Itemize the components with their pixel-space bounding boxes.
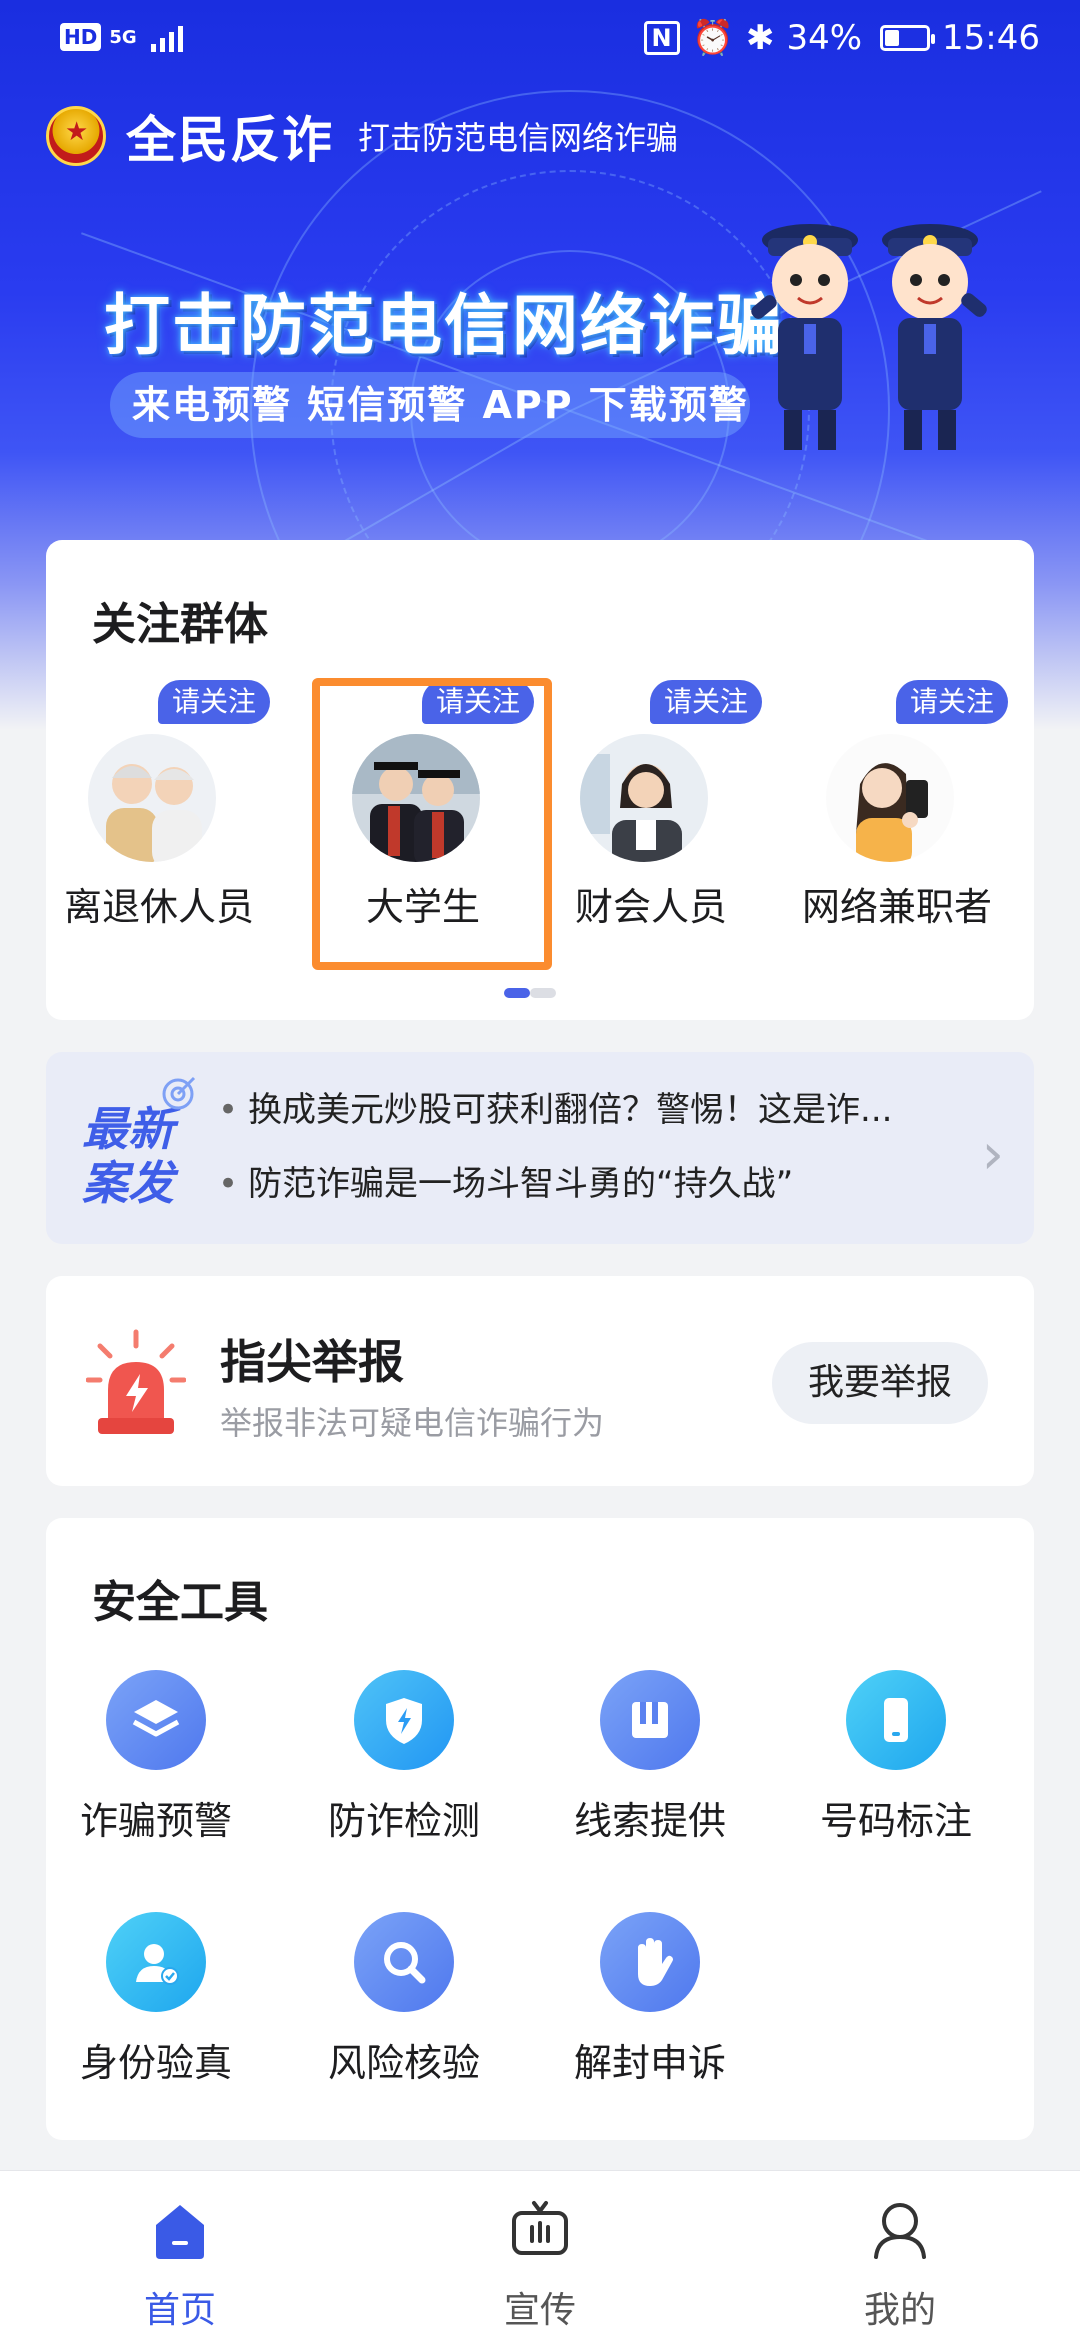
safety-tools-card: 安全工具 诈骗预警 防诈检测 线索提供 号码标注 身份验真 风险核验 解封申诉	[46, 1518, 1034, 2140]
tool-number-tag[interactable]: 号码标注	[786, 1670, 1006, 1843]
signal-icon	[150, 22, 183, 52]
app-header: 全民反诈 打击防范电信网络诈骗	[46, 100, 678, 172]
section-title: 关注群体	[92, 599, 268, 650]
shield-bolt-icon	[354, 1670, 454, 1770]
group-label: 离退休人员	[63, 885, 254, 929]
badge-line: 案发	[82, 1156, 174, 1210]
banner-subline: 来电预警 短信预警 APP 下载预警	[110, 372, 750, 438]
police-emblem-icon	[46, 106, 106, 166]
group-item-online-workers[interactable]: 请关注 网络兼职者	[784, 680, 1010, 929]
latest-cases-card[interactable]: 最新 案发 换成美元炒股可获利翻倍？警惕！这是诈... 防范诈骗是一场斗智斗勇的…	[46, 1052, 1034, 1244]
section-title: 安全工具	[92, 1577, 268, 1628]
banner-headline: 打击防范电信网络诈骗	[104, 287, 784, 364]
layers-icon	[106, 1670, 206, 1770]
news-item[interactable]: 换成美元炒股可获利翻倍？警惕！这是诈...	[218, 1082, 892, 1131]
nfc-icon: N	[643, 21, 680, 55]
news-item[interactable]: 防范诈骗是一场斗智斗勇的“持久战”	[218, 1156, 793, 1205]
elderly-couple-avatar	[88, 734, 216, 862]
nav-label: 我的	[863, 2290, 936, 2331]
tool-id-verify[interactable]: 身份验真	[46, 1912, 266, 2085]
report-button[interactable]: 我要举报	[772, 1342, 988, 1424]
status-bar: HD 5G N ⏰ ✱ 34% 15:46	[0, 0, 1080, 82]
carousel-indicator	[504, 988, 556, 998]
bluetooth-icon: ✱	[745, 18, 775, 58]
nav-promotion[interactable]: 宣传	[440, 2199, 640, 2331]
group-label: 网络兼职者	[801, 885, 992, 929]
hand-icon	[600, 1912, 700, 2012]
group-item-retirees[interactable]: 请关注 离退休人员	[46, 680, 272, 929]
tool-fraud-alert[interactable]: 诈骗预警	[46, 1670, 266, 1843]
book-icon	[600, 1670, 700, 1770]
tool-label: 解封申诉	[573, 2041, 726, 2085]
app-name: 全民反诈	[126, 111, 334, 169]
indicator-active	[504, 988, 530, 998]
group-label: 财会人员	[574, 885, 727, 929]
chevron-right-icon[interactable]: ›	[982, 1122, 1004, 1187]
alarm-light-icon	[86, 1329, 186, 1434]
user-icon	[874, 2203, 926, 2259]
online-worker-avatar	[826, 734, 954, 862]
radar-icon	[162, 1076, 196, 1110]
tool-risk-check[interactable]: 风险核验	[294, 1912, 514, 2085]
tool-unblock-appeal[interactable]: 解封申诉	[540, 1912, 760, 2085]
app-slogan: 打击防范电信网络诈骗	[358, 119, 679, 157]
nav-label: 宣传	[503, 2290, 576, 2331]
tool-label: 号码标注	[819, 1799, 972, 1843]
tool-label: 诈骗预警	[79, 1799, 232, 1843]
report-subtitle: 举报非法可疑电信诈骗行为	[220, 1404, 605, 1442]
alarm-icon: ⏰	[691, 18, 734, 58]
tool-clue-provide[interactable]: 线索提供	[540, 1670, 760, 1843]
selection-highlight	[312, 678, 552, 970]
follow-tag: 请关注	[650, 680, 763, 724]
tool-fraud-detection[interactable]: 防诈检测	[294, 1670, 514, 1843]
nav-label: 首页	[143, 2290, 216, 2331]
home-icon	[156, 2205, 204, 2259]
bottom-navigation: 首页 宣传 我的	[0, 2170, 1080, 2340]
hd-badge: HD	[60, 23, 102, 51]
tool-label: 防诈检测	[327, 1799, 480, 1843]
id-verify-icon	[106, 1912, 206, 2012]
network-type: 5G	[109, 26, 137, 48]
nav-home[interactable]: 首页	[80, 2199, 280, 2331]
tv-icon	[512, 2201, 568, 2255]
report-card: 指尖举报 举报非法可疑电信诈骗行为 我要举报	[46, 1276, 1034, 1486]
battery-icon	[880, 25, 936, 51]
group-item-accountants[interactable]: 请关注 财会人员	[538, 680, 764, 929]
search-icon	[354, 1912, 454, 2012]
clock: 15:46	[942, 18, 1040, 58]
follow-tag: 请关注	[158, 680, 271, 724]
phone-icon	[846, 1670, 946, 1770]
police-mascots-illustration	[751, 224, 987, 450]
follow-tag: 请关注	[896, 680, 1009, 724]
report-title: 指尖举报	[220, 1335, 404, 1389]
accountant-avatar	[580, 734, 708, 862]
battery-percent: 34%	[786, 18, 863, 58]
latest-cases-badge: 最新 案发	[82, 1102, 174, 1210]
indicator-inactive	[530, 988, 556, 998]
tool-label: 风险核验	[327, 2041, 480, 2085]
tool-label: 线索提供	[573, 1799, 726, 1843]
tool-label: 身份验真	[79, 2041, 232, 2085]
nav-mine[interactable]: 我的	[800, 2199, 1000, 2331]
